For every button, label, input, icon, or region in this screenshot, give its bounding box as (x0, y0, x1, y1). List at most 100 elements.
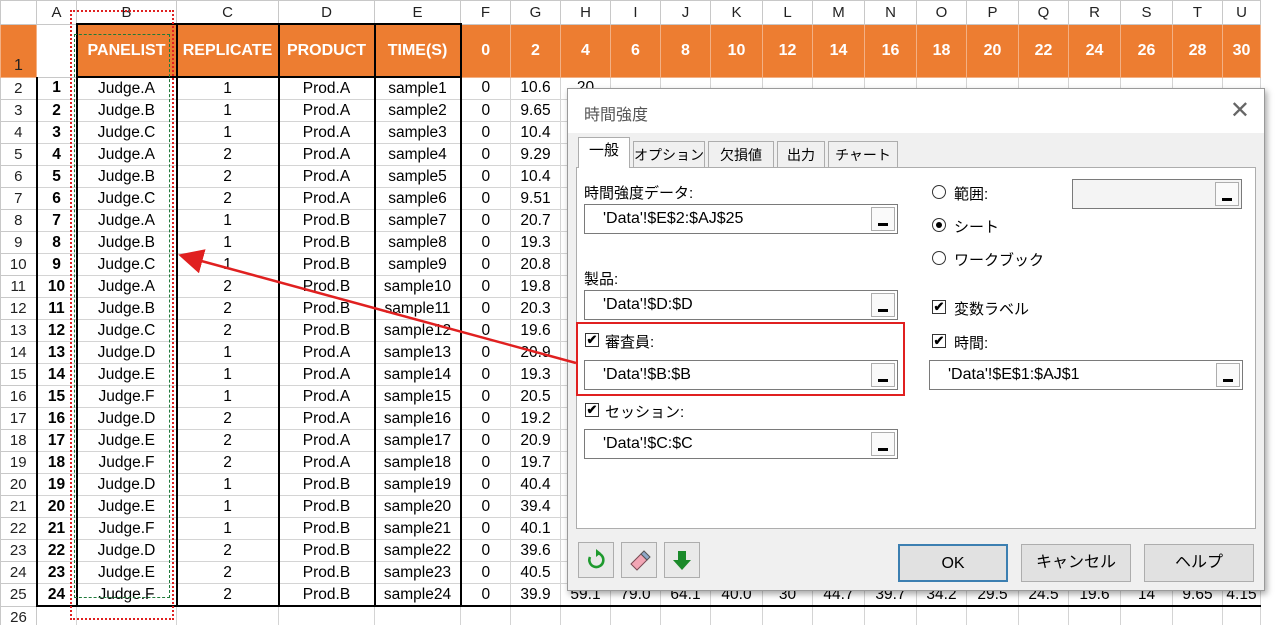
cell[interactable]: 9 (35, 253, 77, 276)
cell[interactable]: sample13 (373, 341, 462, 364)
cell[interactable] (510, 605, 561, 625)
column-header-l[interactable]: L (762, 0, 813, 25)
row-header[interactable]: 14 (0, 341, 37, 364)
cell[interactable]: 2 (175, 583, 279, 607)
header-cell[interactable]: 4 (560, 23, 611, 78)
cell[interactable]: 0 (460, 341, 511, 364)
cell[interactable]: Prod.B (277, 561, 375, 584)
cell[interactable]: 10.6 (510, 76, 561, 100)
range-field[interactable] (1072, 179, 1242, 209)
row-header[interactable]: 22 (0, 517, 37, 540)
cell[interactable]: Judge.C (75, 187, 177, 210)
column-header-d[interactable]: D (278, 0, 375, 25)
cell[interactable]: Prod.B (277, 297, 375, 320)
cell[interactable]: Prod.A (277, 76, 375, 100)
range-picker-icon[interactable] (871, 207, 895, 231)
cell[interactable]: 2 (175, 187, 279, 210)
session-field[interactable]: 'Data'!$C:$C (584, 429, 898, 459)
cell[interactable]: sample20 (373, 495, 462, 518)
product-field[interactable]: 'Data'!$D:$D (584, 290, 898, 320)
header-cell[interactable]: 8 (660, 23, 711, 78)
cell[interactable]: 0 (460, 539, 511, 562)
cell[interactable] (610, 605, 661, 625)
cell[interactable]: 0 (460, 275, 511, 298)
cell[interactable]: 2 (175, 539, 279, 562)
cell[interactable]: 0 (460, 76, 511, 100)
cell[interactable]: 20.3 (510, 297, 561, 320)
cell[interactable]: 9.65 (510, 99, 561, 122)
help-button[interactable]: ヘルプ (1144, 544, 1254, 582)
cell[interactable]: Judge.C (75, 253, 177, 276)
header-cell[interactable]: PRODUCT (277, 23, 376, 78)
cell[interactable]: 2 (175, 561, 279, 584)
header-cell[interactable]: 20 (966, 23, 1019, 78)
cell[interactable]: 20.7 (510, 209, 561, 232)
cell[interactable] (36, 605, 77, 625)
cell[interactable]: 1 (175, 231, 279, 254)
cell[interactable] (560, 605, 611, 625)
cell[interactable]: sample18 (373, 451, 462, 474)
cell[interactable]: 0 (460, 209, 511, 232)
cell[interactable]: 2 (175, 297, 279, 320)
cell[interactable]: 0 (460, 473, 511, 496)
cell[interactable]: Judge.A (75, 209, 177, 232)
cell[interactable]: 1 (175, 99, 279, 122)
cell[interactable] (916, 605, 967, 625)
cell[interactable]: sample17 (373, 429, 462, 452)
cell[interactable]: 40.1 (510, 517, 561, 540)
cell[interactable]: 0 (460, 583, 511, 607)
column-header-r[interactable]: R (1068, 0, 1121, 25)
row-header[interactable]: 9 (0, 231, 37, 254)
cell[interactable]: 19 (35, 473, 77, 496)
cell[interactable]: Prod.B (277, 517, 375, 540)
cell[interactable] (812, 605, 865, 625)
cell[interactable]: Judge.B (75, 165, 177, 188)
cell[interactable]: 3 (35, 121, 77, 144)
header-cell[interactable]: 18 (916, 23, 967, 78)
cell[interactable]: 20 (35, 495, 77, 518)
cell[interactable]: 1 (175, 121, 279, 144)
cell[interactable]: Prod.B (277, 473, 375, 496)
cell[interactable] (1018, 605, 1069, 625)
row-header[interactable]: 7 (0, 187, 37, 210)
column-header-a[interactable]: A (36, 0, 77, 25)
move-down-button[interactable] (664, 542, 700, 578)
header-cell[interactable]: 6 (610, 23, 661, 78)
cell[interactable]: 10.4 (510, 121, 561, 144)
header-cell[interactable]: 12 (762, 23, 813, 78)
cell[interactable]: Prod.A (277, 99, 375, 122)
column-header-o[interactable]: O (916, 0, 967, 25)
cell[interactable]: 0 (460, 121, 511, 144)
reset-button[interactable] (578, 542, 614, 578)
cell[interactable]: sample24 (373, 583, 462, 607)
cell[interactable] (1222, 605, 1261, 625)
row-header[interactable]: 25 (0, 583, 37, 607)
cell[interactable]: 39.9 (510, 583, 561, 607)
ok-button[interactable]: OK (898, 544, 1008, 582)
row-header[interactable]: 21 (0, 495, 37, 518)
cell[interactable]: 8 (35, 231, 77, 254)
cell[interactable]: 20.9 (510, 341, 561, 364)
cell[interactable]: sample4 (373, 143, 462, 166)
header-cell[interactable]: 2 (510, 23, 561, 78)
range-radio[interactable] (932, 185, 946, 199)
cell[interactable]: sample5 (373, 165, 462, 188)
cell[interactable]: 17 (35, 429, 77, 452)
cell[interactable]: Judge.E (75, 429, 177, 452)
header-cell[interactable]: 28 (1172, 23, 1223, 78)
cell[interactable]: sample8 (373, 231, 462, 254)
range-picker-icon[interactable] (1215, 182, 1239, 206)
time-field[interactable]: 'Data'!$E$1:$AJ$1 (929, 360, 1243, 390)
row-header[interactable]: 4 (0, 121, 37, 144)
cell[interactable]: 10 (35, 275, 77, 298)
cell[interactable]: 9.51 (510, 187, 561, 210)
cell[interactable] (710, 605, 763, 625)
row-header[interactable]: 5 (0, 143, 37, 166)
column-header-s[interactable]: S (1120, 0, 1173, 25)
row-header[interactable]: 12 (0, 297, 37, 320)
cell[interactable]: 0 (460, 231, 511, 254)
column-header-b[interactable]: B (76, 0, 177, 25)
cell[interactable]: 15 (35, 385, 77, 408)
cell[interactable]: 6 (35, 187, 77, 210)
cell[interactable] (278, 605, 375, 625)
